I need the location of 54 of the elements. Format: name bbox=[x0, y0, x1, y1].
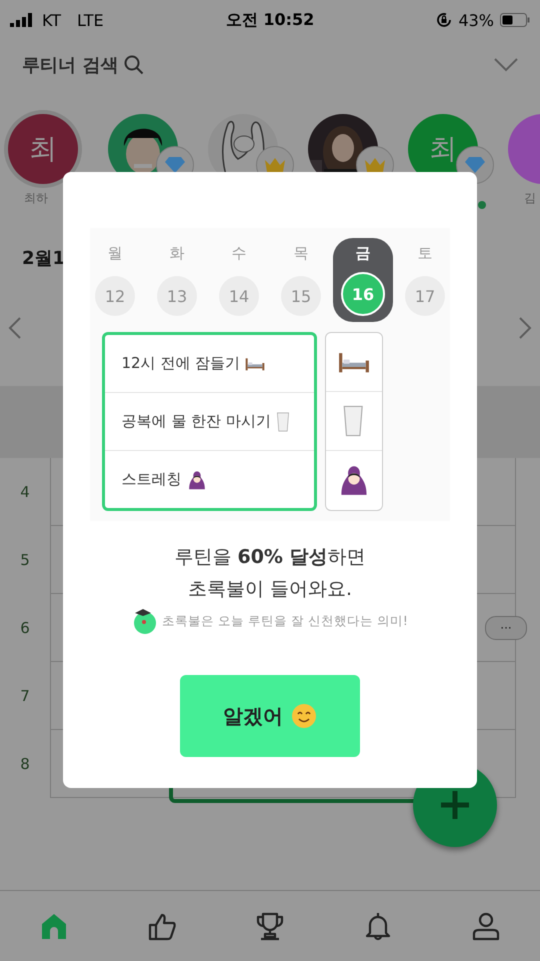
date-circle: 15 bbox=[281, 276, 321, 316]
routine-label: 스트레칭 bbox=[122, 470, 182, 489]
date-circle: 14 bbox=[219, 276, 259, 316]
routine-label: 12시 전에 잠들기 bbox=[122, 354, 240, 373]
diamond-icon bbox=[164, 156, 186, 174]
row-number: 8 bbox=[0, 730, 51, 798]
signal-icon bbox=[10, 13, 34, 27]
row-number: 6 bbox=[0, 594, 51, 662]
confirm-button[interactable]: 알겠어 bbox=[180, 675, 360, 757]
search-icon[interactable] bbox=[124, 55, 144, 75]
date-circle: 13 bbox=[157, 276, 197, 316]
row-number: 4 bbox=[0, 458, 51, 526]
rotation-lock-icon bbox=[436, 12, 452, 28]
weekday-label: 토 bbox=[418, 244, 432, 263]
network-type: LTE bbox=[77, 10, 104, 30]
friend-name: 최하 bbox=[23, 190, 48, 207]
note-text: 초록불은 오늘 루틴을 잘 신천했다는 의미! bbox=[162, 612, 408, 630]
routine-label: 공복에 물 한잔 마시기 bbox=[122, 412, 271, 431]
profile-icon bbox=[471, 911, 501, 941]
message-line: 루틴을 60% 달성하면 bbox=[174, 545, 366, 570]
carrier-name: KT bbox=[42, 10, 62, 30]
home-icon bbox=[39, 911, 69, 941]
row-number: 7 bbox=[0, 662, 51, 730]
bed-icon bbox=[245, 356, 266, 370]
crown-icon bbox=[264, 156, 286, 174]
weekday-label: 화 bbox=[170, 244, 184, 263]
month-label: 2월1 bbox=[22, 247, 66, 270]
search-title[interactable]: 루티너 검색 bbox=[22, 53, 118, 77]
date-circle: 16 bbox=[341, 272, 385, 316]
avatar[interactable]: 최 bbox=[8, 114, 78, 184]
crown-icon bbox=[364, 156, 386, 174]
bed-icon bbox=[338, 350, 370, 374]
milk-glass-icon bbox=[276, 412, 290, 432]
date-circle: 12 bbox=[95, 276, 135, 316]
row-number: 5 bbox=[0, 526, 51, 594]
weekday-label: 금 bbox=[356, 244, 370, 263]
plus-icon bbox=[440, 790, 470, 820]
diamond-icon bbox=[464, 156, 486, 174]
friend-name: 김 bbox=[523, 190, 536, 207]
battery-icon bbox=[500, 13, 530, 27]
smiley-icon bbox=[291, 703, 317, 729]
like-icon bbox=[147, 911, 177, 941]
status-time: 오전 10:52 bbox=[224, 10, 316, 30]
weekday-label: 월 bbox=[108, 244, 122, 263]
battery-percent: 43% bbox=[458, 10, 494, 30]
message-line: 초록불이 들어와요. bbox=[186, 577, 354, 602]
date-circle: 17 bbox=[405, 276, 445, 316]
trophy-icon bbox=[255, 911, 285, 941]
person-icon bbox=[186, 470, 206, 490]
more-button[interactable]: ··· bbox=[485, 616, 527, 640]
weekday-label: 수 bbox=[232, 244, 246, 263]
weekday-label: 목 bbox=[294, 244, 308, 263]
milk-glass-icon bbox=[342, 405, 365, 437]
bell-icon bbox=[363, 911, 393, 941]
